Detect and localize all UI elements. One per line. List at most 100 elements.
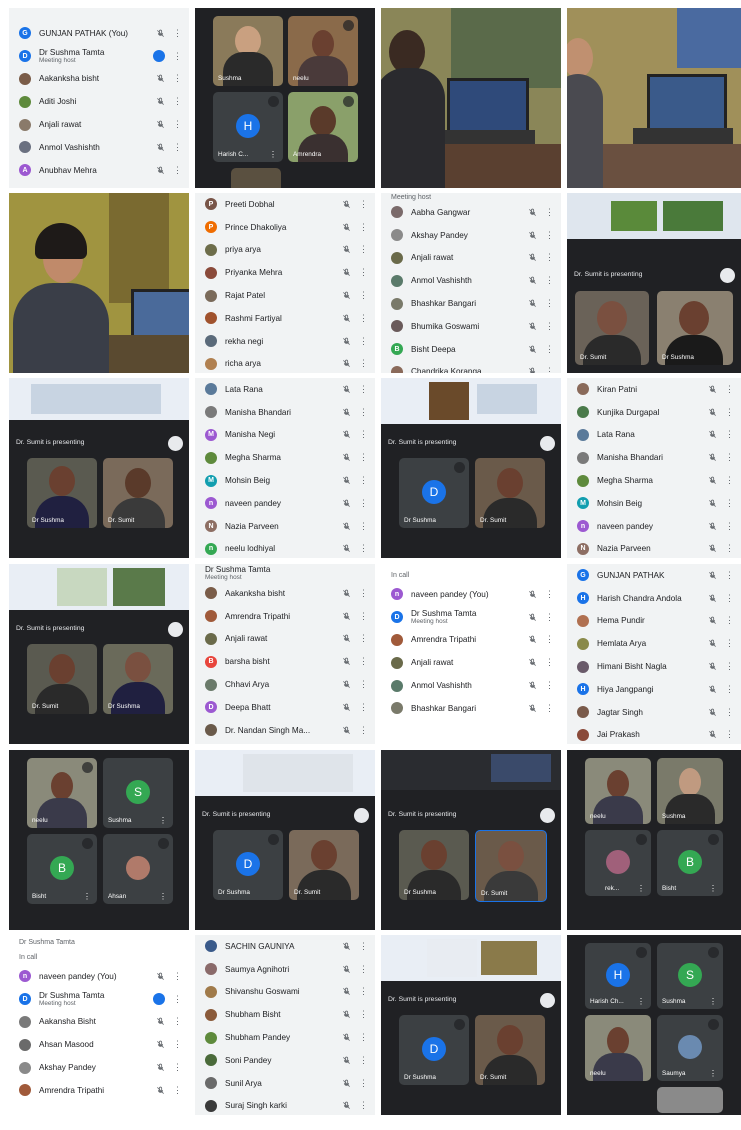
- more-vert-icon[interactable]: ⋮: [359, 1101, 368, 1110]
- video-tile[interactable]: Dr Sushma: [399, 830, 469, 900]
- list-item[interactable]: Shivanshu Goswami ⋮: [195, 981, 375, 1004]
- fullscreen-icon[interactable]: [168, 622, 183, 637]
- video-tile[interactable]: B Bisht ⋮: [657, 830, 723, 896]
- more-vert-icon[interactable]: ⋮: [709, 997, 717, 1006]
- list-item[interactable]: Lata Rana ⋮: [195, 378, 375, 401]
- video-tile[interactable]: Sushma: [657, 758, 723, 824]
- list-item[interactable]: n naveen pandey (You) ⋮: [381, 583, 561, 606]
- more-vert-icon[interactable]: ⋮: [173, 994, 182, 1004]
- list-item[interactable]: M Mohsin Beig ⋮: [195, 469, 375, 492]
- more-vert-icon[interactable]: ⋮: [359, 964, 368, 974]
- list-item[interactable]: Aakanksha bisht ⋮: [195, 582, 375, 605]
- more-vert-icon[interactable]: ⋮: [359, 291, 368, 300]
- list-item[interactable]: Dr Sushma Tamta Meeting host: [195, 564, 375, 582]
- more-vert-icon[interactable]: ⋮: [173, 971, 182, 981]
- more-vert-icon[interactable]: ⋮: [173, 1040, 182, 1049]
- more-vert-icon[interactable]: ⋮: [359, 1055, 368, 1065]
- list-item[interactable]: H Hiya Jangpangi ⋮: [567, 678, 741, 701]
- more-vert-icon[interactable]: ⋮: [359, 407, 368, 417]
- video-tile[interactable]: Dr. Sumit: [289, 830, 359, 900]
- list-item[interactable]: Amrendra Tripathi ⋮: [195, 605, 375, 628]
- more-vert-icon[interactable]: ⋮: [359, 544, 368, 553]
- video-tile[interactable]: Dr. Sumit: [475, 830, 547, 902]
- list-item[interactable]: B Bisht Deepa ⋮: [381, 338, 561, 361]
- more-vert-icon[interactable]: ⋮: [359, 199, 368, 209]
- video-tile[interactable]: Dr Sushma: [657, 291, 733, 365]
- video-tile[interactable]: H Harish C... ⋮: [213, 92, 283, 162]
- list-item[interactable]: Manisha Bhandari ⋮: [567, 446, 741, 469]
- list-item[interactable]: Chandrika Koranga ⋮: [381, 361, 561, 373]
- list-item[interactable]: Saumya Agnihotri ⋮: [195, 958, 375, 981]
- more-vert-icon[interactable]: ⋮: [173, 1085, 182, 1095]
- video-tile[interactable]: neelu: [288, 16, 358, 86]
- video-tile[interactable]: [657, 1087, 723, 1113]
- more-vert-icon[interactable]: ⋮: [173, 1063, 182, 1072]
- more-vert-icon[interactable]: ⋮: [359, 1033, 368, 1042]
- more-vert-icon[interactable]: ⋮: [359, 521, 368, 531]
- more-vert-icon[interactable]: ⋮: [83, 892, 91, 901]
- list-item[interactable]: Lata Rana ⋮: [567, 424, 741, 447]
- more-vert-icon[interactable]: ⋮: [173, 28, 182, 38]
- more-vert-icon[interactable]: ⋮: [359, 430, 368, 439]
- more-vert-icon[interactable]: ⋮: [359, 611, 368, 621]
- list-item[interactable]: Megha Sharma ⋮: [567, 469, 741, 492]
- more-vert-icon[interactable]: ⋮: [545, 367, 554, 373]
- more-vert-icon[interactable]: ⋮: [725, 639, 734, 648]
- more-vert-icon[interactable]: ⋮: [725, 707, 734, 717]
- video-tile[interactable]: Dr. Sumit: [575, 291, 649, 365]
- list-item[interactable]: Jai Prakash ⋮: [567, 724, 741, 744]
- more-vert-icon[interactable]: ⋮: [725, 430, 734, 439]
- video-tile[interactable]: S Sushma ⋮: [103, 758, 173, 828]
- list-item[interactable]: Aditi Joshi ⋮: [9, 90, 189, 113]
- video-tile[interactable]: B Bisht ⋮: [27, 834, 97, 904]
- list-item[interactable]: Megha Sharma ⋮: [195, 446, 375, 469]
- more-vert-icon[interactable]: ⋮: [545, 703, 554, 713]
- list-item[interactable]: G GUNJAN PATHAK (You) ⋮: [9, 22, 189, 45]
- more-vert-icon[interactable]: ⋮: [545, 344, 554, 354]
- more-vert-icon[interactable]: ⋮: [359, 588, 368, 598]
- more-vert-icon[interactable]: ⋮: [359, 634, 368, 643]
- more-vert-icon[interactable]: ⋮: [545, 321, 554, 331]
- more-vert-icon[interactable]: ⋮: [725, 453, 734, 462]
- list-item[interactable]: Aakansha Bisht ⋮: [9, 1011, 189, 1034]
- more-vert-icon[interactable]: ⋮: [359, 680, 368, 689]
- more-vert-icon[interactable]: ⋮: [359, 1010, 368, 1019]
- list-item[interactable]: Suraj Singh karki ⋮: [195, 1095, 375, 1115]
- video-tile[interactable]: neelu: [27, 758, 97, 828]
- list-item[interactable]: Himani Bisht Nagla ⋮: [567, 655, 741, 678]
- list-item[interactable]: D Deepa Bhatt ⋮: [195, 696, 375, 719]
- list-item[interactable]: SACHIN GAUNIYA ⋮: [195, 935, 375, 958]
- more-vert-icon[interactable]: ⋮: [359, 725, 368, 735]
- list-item[interactable]: Anmol Vashishth ⋮: [9, 136, 189, 159]
- list-item[interactable]: n neelu lodhiyal ⋮: [195, 538, 375, 558]
- more-vert-icon[interactable]: ⋮: [545, 230, 554, 240]
- video-tile[interactable]: S Sushma ⋮: [657, 943, 723, 1009]
- list-item[interactable]: Jagtar Singh ⋮: [567, 701, 741, 724]
- list-item[interactable]: Chhavi Arya ⋮: [195, 673, 375, 696]
- more-vert-icon[interactable]: ⋮: [725, 498, 734, 508]
- list-item[interactable]: N Nazia Parveen ⋮: [567, 538, 741, 558]
- more-vert-icon[interactable]: ⋮: [359, 222, 368, 232]
- list-item[interactable]: Akshay Pandey ⋮: [381, 224, 561, 247]
- more-vert-icon[interactable]: ⋮: [725, 593, 734, 603]
- list-item[interactable]: Bhumika Goswami ⋮: [381, 315, 561, 338]
- list-item[interactable]: n naveen pandey ⋮: [195, 492, 375, 515]
- list-item[interactable]: Anjali rawat ⋮: [381, 247, 561, 270]
- more-horiz-icon[interactable]: [153, 993, 165, 1006]
- more-vert-icon[interactable]: ⋮: [173, 74, 182, 83]
- video-tile[interactable]: Amrendra: [288, 92, 358, 162]
- more-vert-icon[interactable]: ⋮: [359, 336, 368, 346]
- more-vert-icon[interactable]: ⋮: [637, 997, 645, 1006]
- more-vert-icon[interactable]: ⋮: [725, 662, 734, 671]
- list-item[interactable]: Bhashkar Bangari ⋮: [381, 292, 561, 315]
- video-tile[interactable]: Dr. Sumit: [475, 1015, 545, 1085]
- video-tile[interactable]: D Dr Sushma: [399, 1015, 469, 1085]
- more-vert-icon[interactable]: ⋮: [269, 150, 277, 159]
- list-item[interactable]: Soni Pandey ⋮: [195, 1049, 375, 1072]
- more-vert-icon[interactable]: ⋮: [545, 276, 554, 285]
- list-item[interactable]: Anjali rawat ⋮: [9, 113, 189, 136]
- more-vert-icon[interactable]: ⋮: [725, 476, 734, 485]
- video-tile[interactable]: Dr. Sumit: [103, 458, 173, 528]
- list-item[interactable]: richa arya ⋮: [195, 353, 375, 373]
- list-item[interactable]: P Preeti Dobhal ⋮: [195, 193, 375, 216]
